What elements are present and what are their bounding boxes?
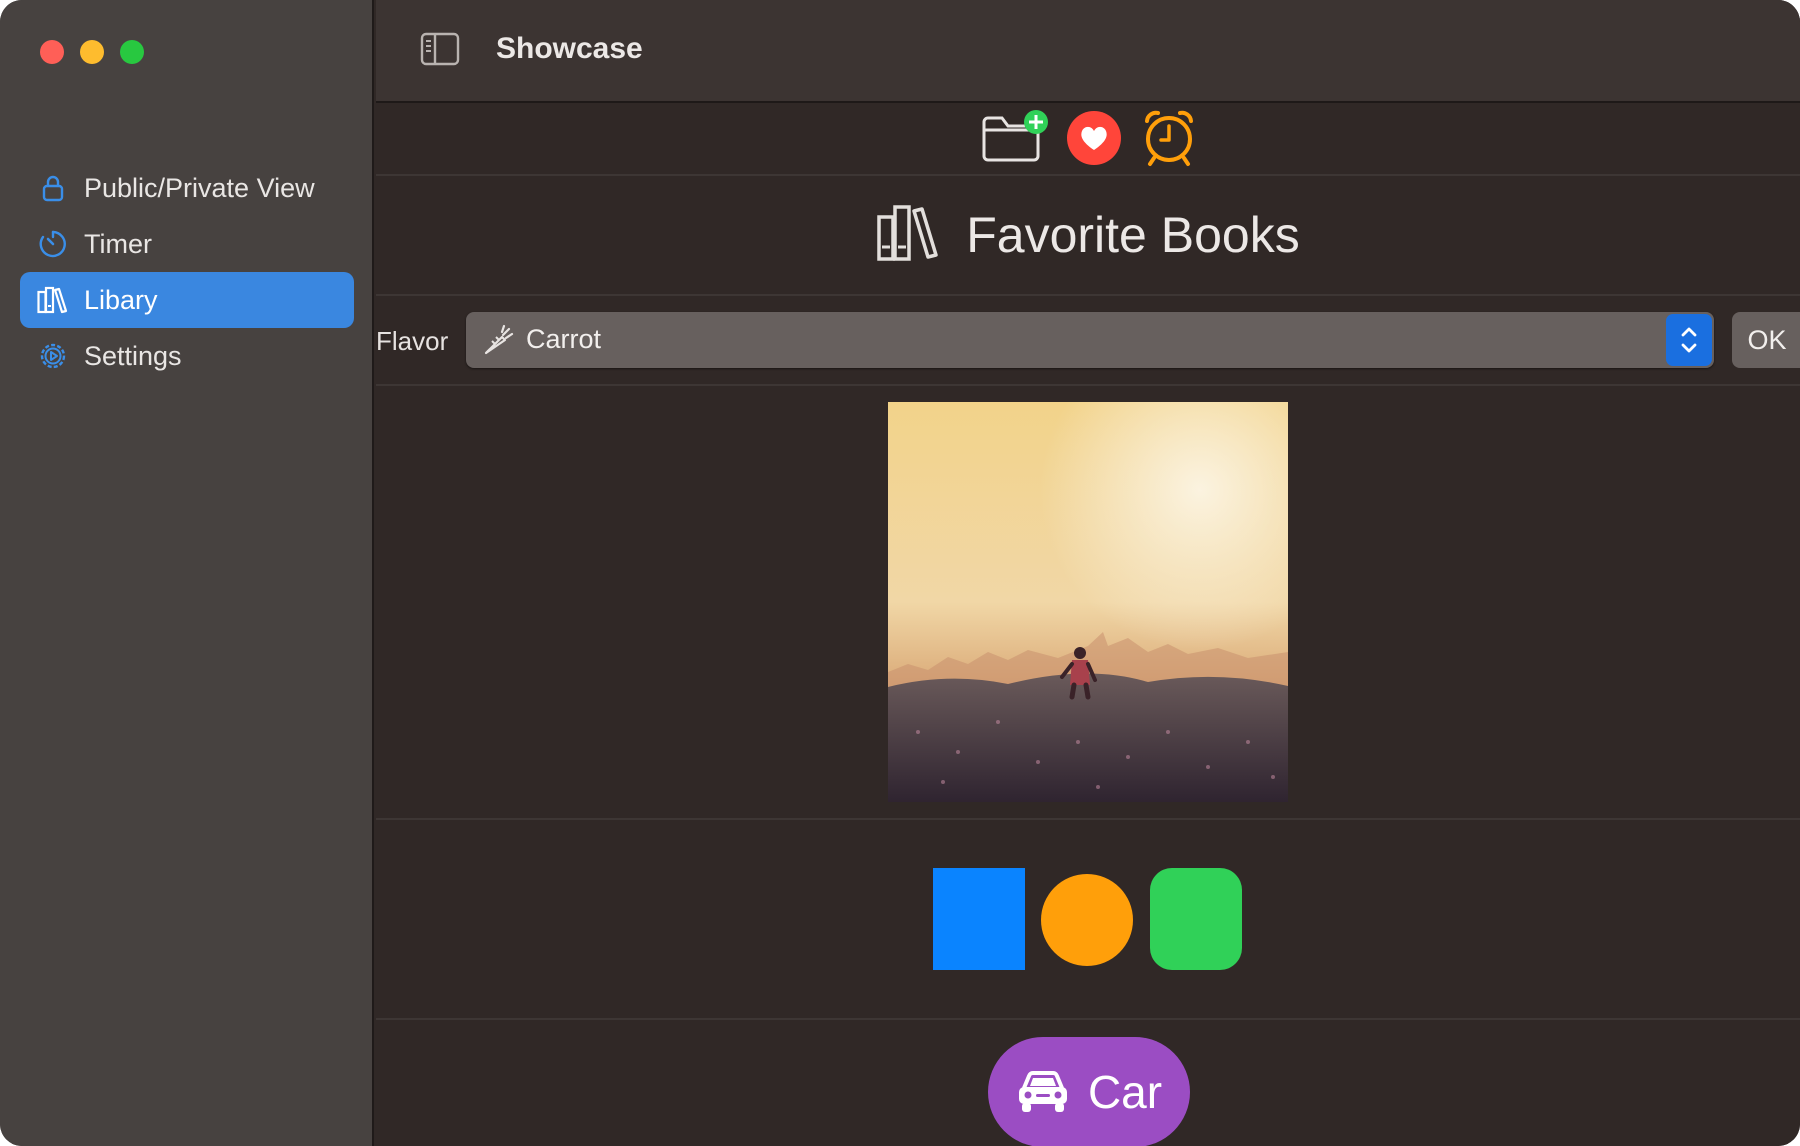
heart-icon[interactable] xyxy=(1066,110,1122,171)
sidebar-item-timer[interactable]: Timer xyxy=(20,216,354,272)
flavor-label: Flavor xyxy=(376,326,449,356)
toolbar xyxy=(376,104,1800,176)
ok-button[interactable]: OK xyxy=(1732,312,1800,368)
page-heading: Favorite Books xyxy=(966,207,1300,263)
flavor-value: Carrot xyxy=(526,324,602,354)
title-bar: Showcase xyxy=(376,0,1800,103)
image-row xyxy=(376,386,1800,820)
lock-icon xyxy=(36,171,70,205)
shapes-row xyxy=(376,820,1800,1020)
green-rounded-square xyxy=(1150,868,1242,970)
sidebar-item-public-private-view[interactable]: Public/Private View xyxy=(20,160,354,216)
books-icon xyxy=(876,203,942,268)
carrot-icon xyxy=(482,324,514,361)
chevron-up-down-icon xyxy=(1666,314,1712,366)
sidebar: Public/Private View Timer Libary Setting… xyxy=(0,0,374,1146)
sidebar-item-settings[interactable]: Settings xyxy=(20,328,354,384)
sidebar-item-label: Libary xyxy=(84,284,158,315)
flavor-row: Flavor Carrot OK xyxy=(376,296,1800,386)
sidebar-item-libary[interactable]: Libary xyxy=(20,272,354,328)
folder-add-icon[interactable] xyxy=(980,108,1050,169)
car-button[interactable]: Car xyxy=(988,1037,1190,1146)
orange-circle xyxy=(1041,874,1133,966)
heading-row: Favorite Books xyxy=(376,176,1800,296)
alarm-clock-icon[interactable] xyxy=(1141,108,1197,173)
sidebar-item-label: Public/Private View xyxy=(84,172,315,203)
car-button-label: Car xyxy=(1087,1066,1163,1118)
blue-square xyxy=(933,868,1025,970)
zoom-window-button[interactable] xyxy=(120,40,144,64)
car-icon xyxy=(1016,1070,1070,1114)
close-window-button[interactable] xyxy=(40,40,64,64)
timer-icon xyxy=(36,227,70,261)
main-content: Showcase Favorite Books Flavor Carrot OK… xyxy=(376,0,1800,1146)
sidebar-item-label: Timer xyxy=(84,228,152,259)
gear-icon xyxy=(36,339,70,373)
books-icon xyxy=(36,283,70,317)
flavor-popup-button[interactable]: Carrot xyxy=(466,312,1714,368)
app-window: Public/Private View Timer Libary Setting… xyxy=(0,0,1800,1146)
window-title: Showcase xyxy=(496,32,643,65)
sidebar-nav: Public/Private View Timer Libary Setting… xyxy=(20,160,354,384)
photo-image xyxy=(888,402,1288,802)
minimize-window-button[interactable] xyxy=(80,40,104,64)
sidebar-item-label: Settings xyxy=(84,340,182,371)
sidebar-toggle-icon[interactable] xyxy=(420,32,460,66)
